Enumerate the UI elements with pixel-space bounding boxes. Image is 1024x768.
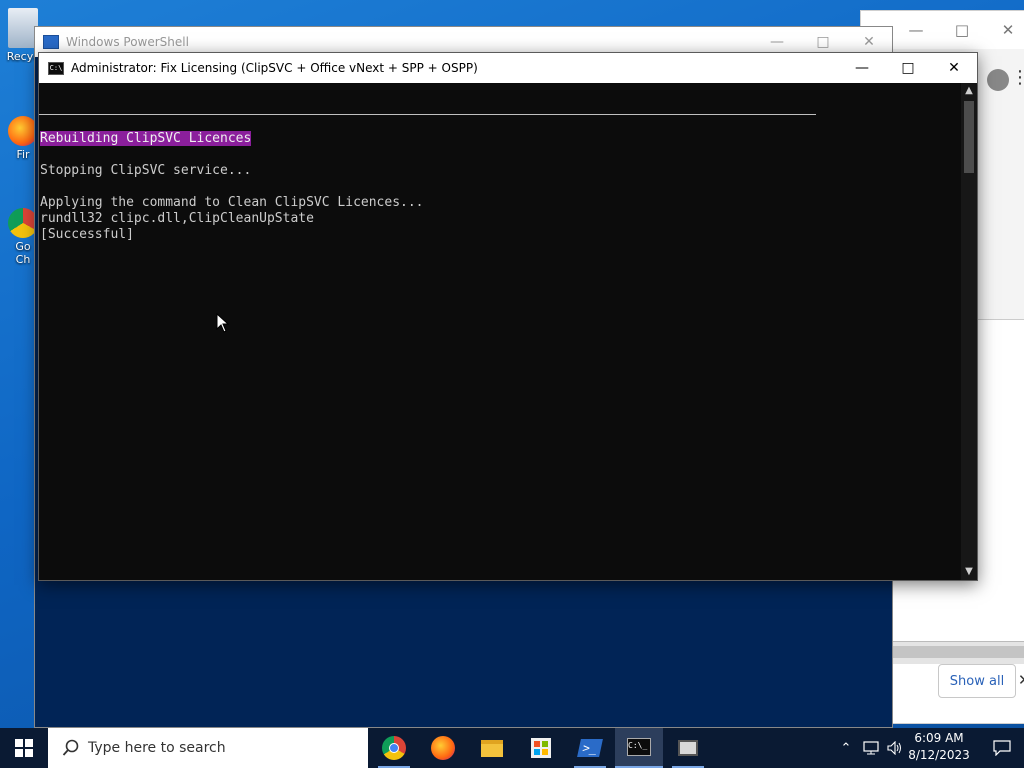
console-line-stopping: Stopping ClipSVC service... <box>40 163 252 178</box>
windows-logo-icon <box>15 739 33 757</box>
taskbar-search-box[interactable]: Type here to search <box>48 728 368 768</box>
maximize-icon[interactable]: □ <box>939 21 985 39</box>
console-icon: C:\_ <box>627 738 651 756</box>
console-output[interactable]: Rebuilding ClipSVC Licences Stopping Cli… <box>39 83 961 580</box>
notification-center-icon[interactable] <box>980 728 1024 768</box>
separator-line <box>39 114 816 115</box>
task-window-icon <box>678 740 698 756</box>
taskbar-app-firefox[interactable] <box>419 728 467 768</box>
show-all-button[interactable]: Show all <box>938 664 1016 698</box>
console-icon: C:\ <box>48 61 64 75</box>
taskbar-app-powershell[interactable]: >_ <box>566 728 614 768</box>
firefox-icon <box>431 736 455 760</box>
show-hidden-icons-chevron-icon[interactable]: ⌃ <box>836 728 856 768</box>
taskbar-app-chrome[interactable] <box>370 728 418 768</box>
mouse-cursor-icon <box>216 313 230 333</box>
powershell-window-title: Windows PowerShell <box>66 35 189 49</box>
file-explorer-icon <box>481 739 503 757</box>
network-icon[interactable] <box>860 728 882 768</box>
console-line-result: [Successful] <box>40 227 134 242</box>
start-button[interactable] <box>0 728 48 768</box>
chrome-icon <box>382 736 406 760</box>
scroll-up-icon[interactable]: ▲ <box>961 83 977 99</box>
search-icon <box>62 739 79 756</box>
console-line-applying: Applying the command to Clean ClipSVC Li… <box>40 195 424 210</box>
taskbar-app-console[interactable]: C:\_ <box>615 728 663 768</box>
profile-avatar-icon[interactable] <box>987 69 1009 91</box>
window-controls: — □ ✕ <box>839 53 977 83</box>
powershell-icon <box>43 35 59 49</box>
section-heading: Rebuilding ClipSVC Licences <box>40 131 252 146</box>
search-placeholder: Type here to search <box>88 740 226 756</box>
scrollbar-thumb[interactable] <box>964 101 974 173</box>
scrollbar-thumb[interactable] <box>891 646 1024 658</box>
system-clock[interactable]: 6:09 AM 8/12/2023 <box>908 730 970 764</box>
maximize-icon[interactable]: □ <box>800 34 846 50</box>
console-window-title: Administrator: Fix Licensing (ClipSVC + … <box>71 61 478 75</box>
taskbar-app-store[interactable] <box>517 728 565 768</box>
taskbar-app-file-explorer[interactable] <box>468 728 516 768</box>
console-window[interactable]: C:\ Administrator: Fix Licensing (ClipSV… <box>38 52 978 581</box>
console-title-bar[interactable]: C:\ Administrator: Fix Licensing (ClipSV… <box>39 53 977 83</box>
vertical-scrollbar[interactable]: ▲ ▼ <box>961 83 977 580</box>
clock-time: 6:09 AM <box>914 731 964 745</box>
taskbar: Type here to search >_ C:\_ ⌃ 6:09 AM 8/… <box>0 728 1024 768</box>
window-controls: — □ ✕ <box>893 11 1024 49</box>
close-icon[interactable]: ✕ <box>985 21 1024 39</box>
more-options-icon[interactable]: ⋮ <box>1011 67 1024 88</box>
minimize-icon[interactable]: — <box>754 34 800 50</box>
clock-date: 8/12/2023 <box>908 748 970 762</box>
horizontal-scrollbar[interactable] <box>891 641 1024 664</box>
scroll-down-icon[interactable]: ▼ <box>961 564 977 580</box>
close-button[interactable]: ✕ <box>931 53 977 83</box>
minimize-button[interactable]: — <box>839 53 885 83</box>
minimize-icon[interactable]: — <box>893 21 939 39</box>
store-icon <box>531 738 551 758</box>
powershell-icon: >_ <box>577 739 603 757</box>
console-line-command: rundll32 clipc.dll,ClipCleanUpState <box>40 211 314 226</box>
downloads-bar-close-icon[interactable]: ✕ <box>1018 671 1024 689</box>
volume-icon[interactable] <box>884 728 906 768</box>
close-icon[interactable]: ✕ <box>846 34 892 50</box>
taskbar-app-task-window[interactable] <box>664 728 712 768</box>
maximize-button[interactable]: □ <box>885 53 931 83</box>
